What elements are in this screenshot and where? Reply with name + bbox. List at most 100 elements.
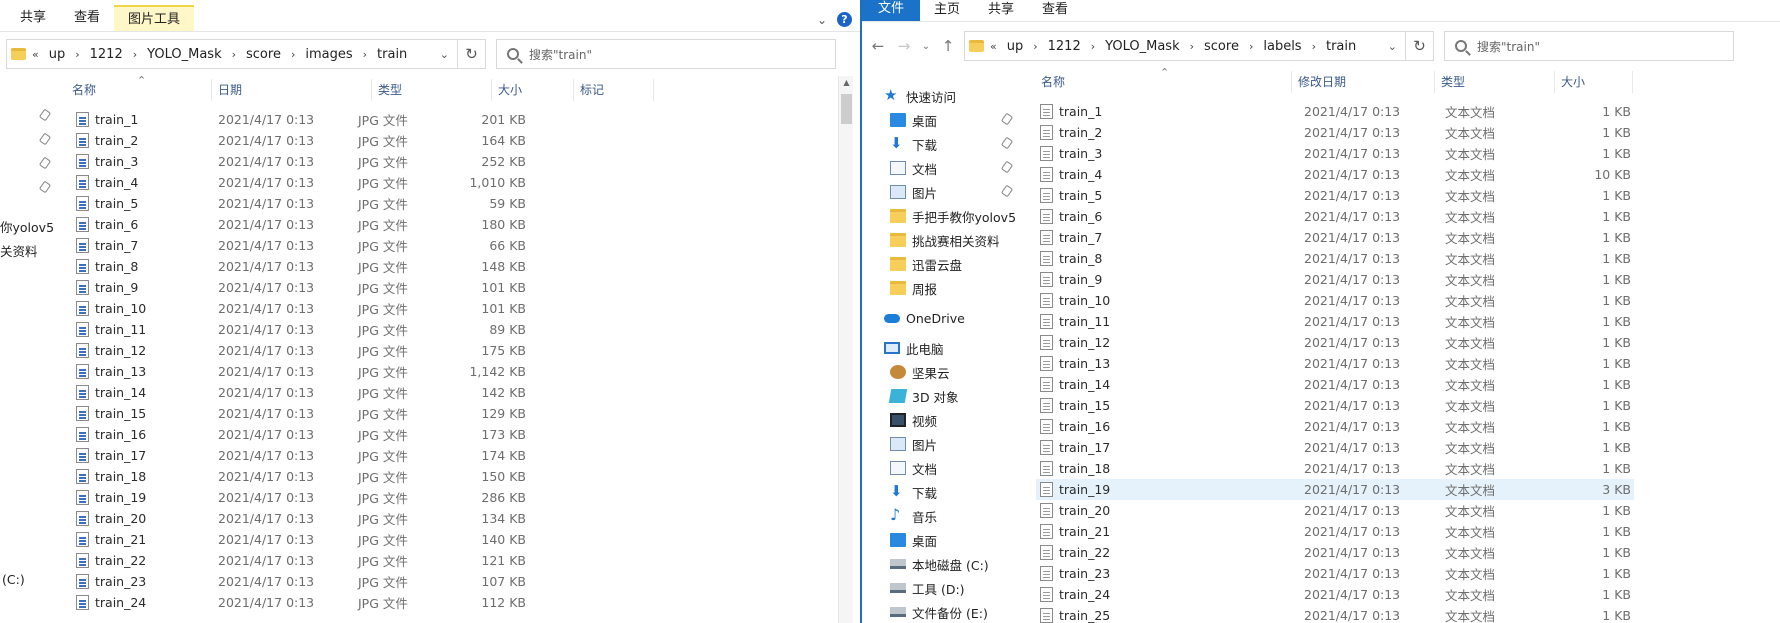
nav-item[interactable]: 音乐 bbox=[862, 504, 1019, 528]
table-row[interactable]: train_18 2021/4/17 0:13 文本文档 1 KB bbox=[1036, 458, 1634, 479]
nav-item[interactable]: 挑战赛相关资料 bbox=[862, 228, 1019, 252]
pin-icon[interactable] bbox=[1000, 160, 1014, 174]
column-type[interactable]: 类型 bbox=[372, 79, 492, 101]
table-row[interactable]: train_7 2021/4/17 0:13 JPG 文件 66 KB bbox=[76, 235, 826, 256]
breadcrumb-score[interactable]: score bbox=[1200, 39, 1243, 54]
breadcrumb-up[interactable]: up bbox=[45, 47, 70, 62]
column-size[interactable]: 大小 bbox=[1555, 71, 1633, 93]
scrollbar[interactable]: ▲ bbox=[838, 76, 853, 623]
nav-item[interactable]: 周报 bbox=[862, 276, 1019, 300]
column-date[interactable]: 日期 bbox=[212, 79, 372, 101]
tab-view[interactable]: 查看 bbox=[1028, 0, 1082, 21]
table-row[interactable]: train_12 2021/4/17 0:13 JPG 文件 175 KB bbox=[76, 340, 826, 361]
table-row[interactable]: train_24 2021/4/17 0:13 JPG 文件 112 KB bbox=[76, 592, 826, 613]
table-row[interactable]: train_8 2021/4/17 0:13 JPG 文件 148 KB bbox=[76, 256, 826, 277]
table-row[interactable]: train_9 2021/4/17 0:13 文本文档 1 KB bbox=[1036, 269, 1634, 290]
tab-share[interactable]: 共享 bbox=[974, 0, 1028, 21]
table-row[interactable]: train_15 2021/4/17 0:13 JPG 文件 129 KB bbox=[76, 403, 826, 424]
table-row[interactable]: train_3 2021/4/17 0:13 JPG 文件 252 KB bbox=[76, 151, 826, 172]
table-row[interactable]: train_10 2021/4/17 0:13 文本文档 1 KB bbox=[1036, 290, 1634, 311]
column-size[interactable]: 大小 bbox=[492, 79, 574, 101]
column-name[interactable]: 名称 bbox=[1035, 71, 1292, 93]
nav-item[interactable]: 图片 bbox=[862, 180, 1019, 204]
tab-share[interactable]: 共享 bbox=[6, 5, 60, 31]
pin-icon[interactable] bbox=[38, 156, 52, 170]
table-row[interactable]: train_2 2021/4/17 0:13 文本文档 1 KB bbox=[1036, 122, 1634, 143]
column-tags[interactable]: 标记 bbox=[574, 79, 654, 101]
table-row[interactable]: train_7 2021/4/17 0:13 文本文档 1 KB bbox=[1036, 227, 1634, 248]
refresh-button[interactable]: ↻ bbox=[458, 39, 486, 69]
pin-icon[interactable] bbox=[38, 132, 52, 146]
path-overflow[interactable]: « bbox=[32, 48, 39, 61]
table-row[interactable]: train_6 2021/4/17 0:13 JPG 文件 180 KB bbox=[76, 214, 826, 235]
nav-item-partial[interactable]: 关资料 bbox=[0, 241, 38, 260]
tab-file[interactable]: 文件 bbox=[862, 0, 921, 21]
table-row[interactable]: train_17 2021/4/17 0:13 JPG 文件 174 KB bbox=[76, 445, 826, 466]
table-row[interactable]: train_4 2021/4/17 0:13 JPG 文件 1,010 KB bbox=[76, 172, 826, 193]
nav-item[interactable]: 文档 bbox=[862, 456, 1019, 480]
scroll-up-icon[interactable]: ▲ bbox=[839, 78, 854, 87]
nav-item[interactable]: 视频 bbox=[862, 408, 1019, 432]
up-icon[interactable]: ↑ bbox=[938, 37, 958, 55]
nav-item[interactable]: 本地磁盘 (C:) bbox=[862, 552, 1019, 576]
table-row[interactable]: train_16 2021/4/17 0:13 文本文档 1 KB bbox=[1036, 416, 1634, 437]
scrollbar-thumb[interactable] bbox=[841, 94, 852, 124]
table-row[interactable]: train_23 2021/4/17 0:13 文本文档 1 KB bbox=[1036, 563, 1634, 584]
table-row[interactable]: train_5 2021/4/17 0:13 JPG 文件 59 KB bbox=[76, 193, 826, 214]
nav-item[interactable]: 桌面 bbox=[862, 108, 1019, 132]
table-row[interactable]: train_16 2021/4/17 0:13 JPG 文件 173 KB bbox=[76, 424, 826, 445]
nav-item[interactable]: 手把手教你yolov5 bbox=[862, 204, 1019, 228]
column-modified-date[interactable]: 修改日期 bbox=[1292, 71, 1435, 93]
help-icon[interactable]: ? bbox=[837, 12, 852, 27]
column-name[interactable]: 名称 bbox=[66, 79, 212, 101]
table-row[interactable]: train_3 2021/4/17 0:13 文本文档 1 KB bbox=[1036, 143, 1634, 164]
tab-picture-tools[interactable]: 图片工具 bbox=[114, 5, 195, 31]
nav-item[interactable]: 下载 bbox=[862, 132, 1019, 156]
table-row[interactable]: train_23 2021/4/17 0:13 JPG 文件 107 KB bbox=[76, 571, 826, 592]
table-row[interactable]: train_13 2021/4/17 0:13 文本文档 1 KB bbox=[1036, 353, 1634, 374]
table-row[interactable]: train_11 2021/4/17 0:13 JPG 文件 89 KB bbox=[76, 319, 826, 340]
table-row[interactable]: train_1 2021/4/17 0:13 文本文档 1 KB bbox=[1036, 101, 1634, 122]
address-dropdown-icon[interactable]: ⌄ bbox=[436, 48, 453, 61]
table-row[interactable]: train_2 2021/4/17 0:13 JPG 文件 164 KB bbox=[76, 130, 826, 151]
breadcrumb-yolo-mask[interactable]: YOLO_Mask bbox=[1101, 39, 1183, 54]
table-row[interactable]: train_1 2021/4/17 0:13 JPG 文件 201 KB bbox=[76, 109, 826, 130]
nav-item[interactable]: 图片 bbox=[862, 432, 1019, 456]
pin-icon[interactable] bbox=[1000, 112, 1014, 126]
nav-item[interactable]: 工具 (D:) bbox=[862, 576, 1019, 600]
breadcrumb-labels[interactable]: labels bbox=[1259, 39, 1305, 54]
address-dropdown-icon[interactable]: ⌄ bbox=[1384, 40, 1401, 53]
table-row[interactable]: train_20 2021/4/17 0:13 文本文档 1 KB bbox=[1036, 500, 1634, 521]
nav-item[interactable]: 3D 对象 bbox=[862, 384, 1019, 408]
table-row[interactable]: train_14 2021/4/17 0:13 JPG 文件 142 KB bbox=[76, 382, 826, 403]
refresh-button[interactable]: ↻ bbox=[1406, 31, 1434, 61]
table-row[interactable]: train_19 2021/4/17 0:13 文本文档 3 KB bbox=[1036, 479, 1634, 500]
table-row[interactable]: train_18 2021/4/17 0:13 JPG 文件 150 KB bbox=[76, 466, 826, 487]
table-row[interactable]: train_22 2021/4/17 0:13 JPG 文件 121 KB bbox=[76, 550, 826, 571]
table-row[interactable]: train_25 2021/4/17 0:13 文本文档 1 KB bbox=[1036, 605, 1634, 623]
pin-icon[interactable] bbox=[38, 108, 52, 122]
table-row[interactable]: train_20 2021/4/17 0:13 JPG 文件 134 KB bbox=[76, 508, 826, 529]
table-row[interactable]: train_14 2021/4/17 0:13 文本文档 1 KB bbox=[1036, 374, 1634, 395]
breadcrumb-train[interactable]: train bbox=[1322, 39, 1360, 54]
tab-view[interactable]: 查看 bbox=[60, 5, 114, 31]
back-icon[interactable]: ← bbox=[868, 37, 888, 55]
tab-home[interactable]: 主页 bbox=[920, 0, 974, 21]
breadcrumb-train[interactable]: train bbox=[373, 47, 411, 62]
table-row[interactable]: train_21 2021/4/17 0:13 JPG 文件 140 KB bbox=[76, 529, 826, 550]
nav-item[interactable]: 桌面 bbox=[862, 528, 1019, 552]
table-row[interactable]: train_9 2021/4/17 0:13 JPG 文件 101 KB bbox=[76, 277, 826, 298]
table-row[interactable]: train_10 2021/4/17 0:13 JPG 文件 101 KB bbox=[76, 298, 826, 319]
nav-item[interactable]: 文档 bbox=[862, 156, 1019, 180]
breadcrumb-up[interactable]: up bbox=[1003, 39, 1028, 54]
search-box[interactable]: 搜索"train" bbox=[1444, 31, 1734, 61]
search-box[interactable]: 搜索"train" bbox=[496, 39, 836, 69]
pin-icon[interactable] bbox=[38, 180, 52, 194]
pin-icon[interactable] bbox=[1000, 184, 1014, 198]
column-type[interactable]: 类型 bbox=[1435, 71, 1555, 93]
ribbon-collapse-icon[interactable]: ⌄ bbox=[817, 13, 827, 27]
breadcrumb-1212[interactable]: 1212 bbox=[1044, 39, 1085, 54]
breadcrumb-images[interactable]: images bbox=[301, 47, 356, 62]
nav-item[interactable]: 迅雷云盘 bbox=[862, 252, 1019, 276]
table-row[interactable]: train_4 2021/4/17 0:13 文本文档 10 KB bbox=[1036, 164, 1634, 185]
